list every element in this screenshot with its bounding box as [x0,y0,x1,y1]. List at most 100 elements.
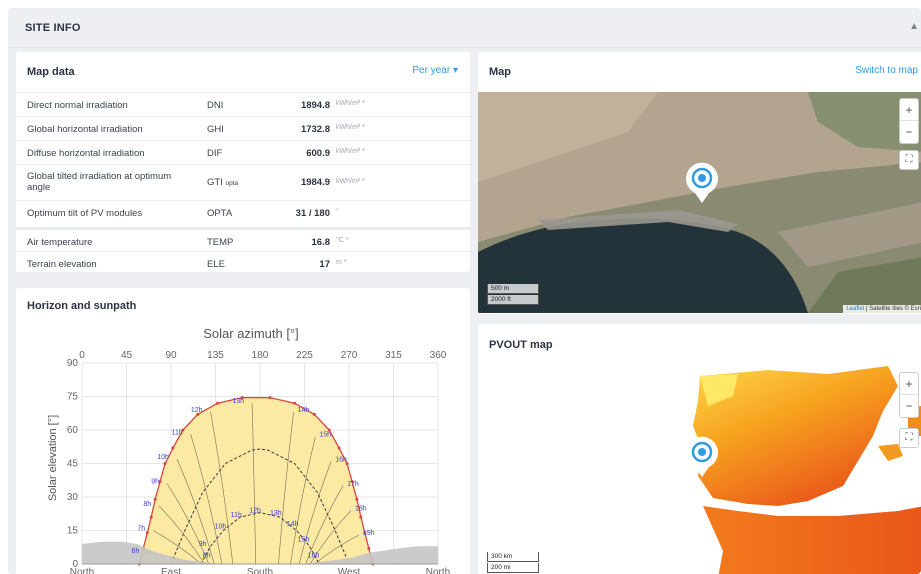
row-unit: kWh/m² * [336,178,365,185]
winter-hour-label: 10h [215,523,227,530]
scale-imperial: 2000 ft [487,295,539,305]
leaflet-link[interactable]: Leaflet [846,306,864,312]
caret-down-icon: ▾ [452,65,458,76]
row-name: Terrain elevation [27,259,97,270]
row-name: Optimum tilt of PV modules [27,208,143,219]
summer-point [312,412,316,416]
summer-point [215,401,219,405]
hour-label: 18h [355,505,367,512]
summer-point [149,515,153,519]
hour-label: 15h [319,432,331,439]
pvout-map[interactable]: + − ⛶ 300 km 200 mi [478,366,921,574]
summer-point [268,396,272,400]
site-info-title: SITE INFO [25,22,81,34]
map-data-row: Air temperature TEMP 16.8 °C * [16,227,470,251]
period-dropdown[interactable]: Per year ▾ [412,65,458,76]
row-value: 16.8 [311,237,331,248]
summer-point [171,446,175,450]
switch-to-map-link[interactable]: Switch to map [855,65,918,76]
site-info-header[interactable]: SITE INFO ▲ [8,8,921,48]
pvout-zoom-control: + − [899,372,919,418]
pvout-scale: 300 km 200 mi [487,552,539,574]
row-unit: kWh/m² * [336,100,365,107]
summer-point [145,531,149,535]
summer-point [158,479,162,483]
row-name: Diffuse horizontal irradiation [27,148,145,159]
x-tick-label: 0 [79,350,85,361]
row-abbr: OPTA [207,208,232,219]
row-value: 17 [319,259,330,270]
map-data-row: Global tilted irradiation at optimum ang… [16,164,470,200]
summer-point [337,446,341,450]
winter-hour-label: 12h [249,508,261,515]
map-data-row: Direct normal irradiation DNI 1894.8 kWh/m… [16,92,470,116]
row-unit: m * [336,259,347,266]
winter-hour-label: 9h [199,541,207,548]
row-unit: kWh/m² * [336,124,365,131]
winter-hour-label: 16h [308,552,320,559]
site-info-panel: SITE INFO ▲ Map data Per year ▾ Direct n… [8,8,921,574]
row-abbr-main: GTI [207,177,223,188]
pvout-zoom-out-button[interactable]: − [900,395,918,417]
row-unit: ° [336,208,339,215]
location-pin-icon[interactable] [684,434,720,483]
satellite-map[interactable]: + − ⛶ 500 m 2000 ft Leaflet | Satellite … [478,92,921,313]
x-tick-label: 360 [430,350,447,361]
row-unit: °C * [336,237,349,244]
row-name: Global horizontal irradiation [27,124,143,135]
y-tick-label: 30 [67,492,79,503]
x-tick-label: 45 [121,350,133,361]
pvout-scale-metric: 300 km [487,552,539,562]
map-data-card: Map data Per year ▾ Direct normal irradi… [16,52,470,272]
hour-label: 12h [191,407,203,414]
x-tick-label: 90 [165,350,177,361]
direction-label: North [426,567,450,574]
row-unit: kWh/m² * [336,148,365,155]
summer-point [163,462,167,465]
row-value: 1732.8 [300,124,330,135]
y-tick-label: 45 [67,459,79,470]
x-tick-label: 315 [385,350,402,361]
summer-point [293,401,297,405]
row-abbr-main: ELE [207,259,225,270]
map-scale: 500 m 2000 ft [487,284,539,306]
map-zoom-control: + − [899,98,919,144]
y-tick-label: 15 [67,526,79,537]
map-data-row: Optimum tilt of PV modules OPTA 31 / 180 ° [16,200,470,224]
map-card: Map Switch to map + − ⛶ 500 m 2000 ft Le… [478,52,921,314]
map-data-title: Map data [27,66,75,78]
winter-hour-label: 13h [270,510,282,517]
row-abbr: GTI opta [207,177,238,188]
chevron-up-icon[interactable]: ▲ [909,21,919,32]
hour-label: 10h [157,454,169,461]
hour-label: 11h [172,429,183,436]
pvout-card: PVOUT map + − ⛶ 300 km 200 mi [478,324,921,574]
row-abbr-sub: opta [225,180,239,187]
location-pin-icon[interactable] [684,160,720,209]
hour-label: 6h [131,548,139,555]
pvout-zoom-in-button[interactable]: + [900,373,918,395]
row-abbr: ELE [207,259,225,270]
row-abbr-main: DNI [207,100,224,111]
zoom-in-button[interactable]: + [900,99,918,121]
map-title: Map [489,66,511,78]
row-abbr: DNI [207,100,223,111]
row-value: 1984.9 [300,177,330,188]
hour-label: 17h [347,481,359,488]
row-abbr: GHI [207,124,224,135]
summer-point [359,515,363,519]
zoom-out-button[interactable]: − [900,121,918,143]
fullscreen-button[interactable]: ⛶ [899,150,919,170]
pvout-scale-imperial: 200 mi [487,563,539,573]
map-data-row: Terrain elevation ELE 17 m * [16,251,470,272]
pvout-fullscreen-button[interactable]: ⛶ [899,428,919,448]
x-tick-label: 225 [296,350,313,361]
direction-label: West [338,567,361,574]
map-data-row: Diffuse horizontal irradiation DIF 600.9 k… [16,140,470,164]
row-name: Global tilted irradiation at optimum ang… [27,171,172,193]
chart-ylabel: Solar elevation [°] [47,415,59,501]
direction-label: North [70,567,94,574]
hour-label: 13h [232,398,244,405]
scale-metric: 500 m [487,284,539,294]
row-abbr-main: TEMP [207,237,234,248]
